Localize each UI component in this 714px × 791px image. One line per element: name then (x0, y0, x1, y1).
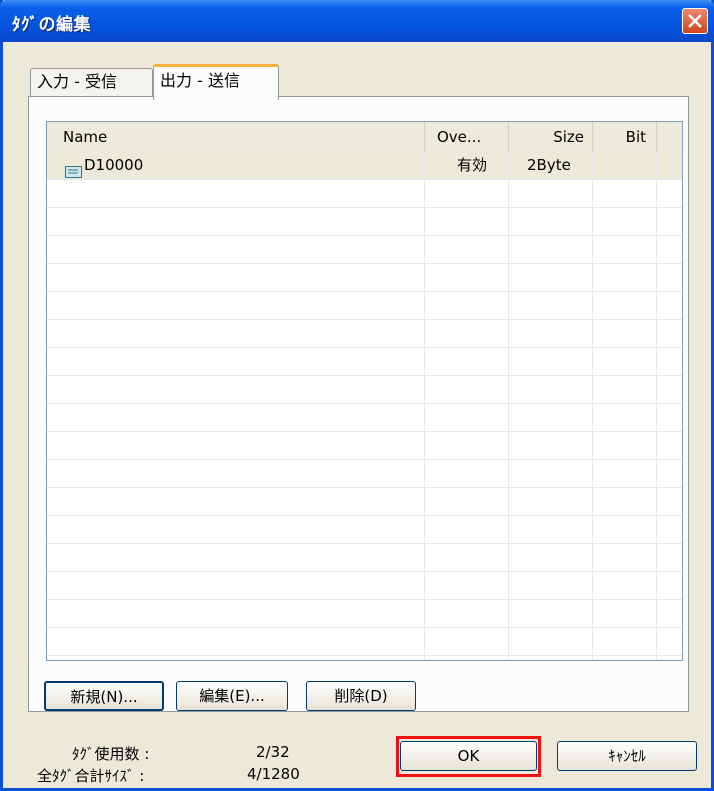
list-header: Name Ove... Size Bit (47, 122, 682, 153)
tag-icon (65, 160, 82, 178)
total-size-label: 全ﾀｸﾞ合計ｻｲｽﾞ : (37, 767, 145, 785)
column-header-override[interactable]: Ove... (425, 122, 509, 152)
empty-row (47, 208, 682, 236)
title-bar[interactable]: ﾀｸﾞの編集 (0, 0, 714, 42)
column-divider (592, 152, 593, 660)
column-header-bit[interactable]: Bit (593, 122, 657, 152)
tag-list[interactable]: Name Ove... Size Bit D10000 有効 2Byte (46, 121, 683, 661)
empty-row (47, 404, 682, 432)
cell-size: 2Byte (527, 156, 571, 174)
empty-row (47, 600, 682, 628)
cell-override: 有効 (457, 156, 488, 174)
empty-row (47, 180, 682, 208)
empty-row (47, 460, 682, 488)
table-row[interactable]: D10000 有効 2Byte (47, 152, 682, 180)
close-button[interactable] (682, 8, 708, 34)
delete-button[interactable]: 削除(D) (306, 681, 416, 711)
empty-row (47, 320, 682, 348)
tag-count-value: 2/32 (256, 743, 290, 761)
column-header-name[interactable]: Name (47, 122, 425, 152)
cell-name: D10000 (84, 156, 144, 174)
window-title: ﾀｸﾞの編集 (12, 15, 91, 35)
total-size-value: 4/1280 (247, 765, 300, 783)
empty-row (47, 432, 682, 460)
column-divider (656, 152, 657, 660)
empty-row (47, 628, 682, 656)
empty-row (47, 488, 682, 516)
tag-count-label: ﾀｸﾞ使用数 : (72, 745, 150, 763)
cancel-button[interactable]: ｷｬﾝｾﾙ (557, 741, 697, 771)
empty-row (47, 292, 682, 320)
close-icon (688, 14, 702, 28)
empty-row (47, 544, 682, 572)
tab-output-send[interactable]: 出力 - 送信 (153, 64, 279, 100)
empty-row (47, 348, 682, 376)
new-button[interactable]: 新規(N)... (44, 681, 164, 711)
empty-row (47, 264, 682, 292)
ok-highlight-box (396, 736, 541, 777)
column-divider (424, 152, 425, 660)
empty-row (47, 376, 682, 404)
empty-row (47, 516, 682, 544)
column-header-size[interactable]: Size (509, 122, 593, 152)
column-divider (508, 152, 509, 660)
tab-input-receive[interactable]: 入力 - 受信 (30, 68, 153, 96)
empty-row (47, 236, 682, 264)
edit-button[interactable]: 編集(E)... (176, 681, 288, 711)
empty-row (47, 572, 682, 600)
